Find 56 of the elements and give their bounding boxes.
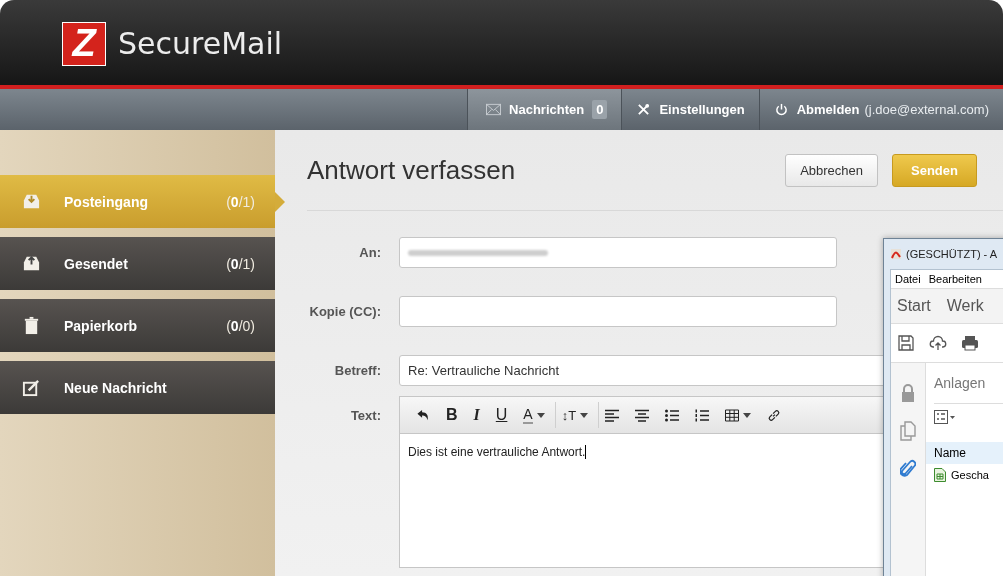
cloud-upload-icon[interactable] [929,334,947,352]
field-label: Betreff: [333,363,381,378]
item-count: (0/1) [226,193,255,210]
color-button[interactable]: A [517,402,551,428]
toolbar-tab[interactable]: Werk [946,297,984,315]
file-name[interactable]: Gescha [951,469,989,481]
tools-icon [636,103,652,116]
power-icon [773,103,789,116]
edit-icon [22,378,41,397]
nav-tab[interactable]: Nachrichten 0 [467,89,622,130]
trash-icon [22,316,41,335]
link-icon [767,408,782,422]
envelope-icon [486,103,502,116]
table-icon [725,408,740,422]
field-label: Text: [349,408,381,423]
item-count: (0/1) [226,255,255,272]
numbered-list-icon [695,408,710,422]
inbox-icon [22,192,41,211]
save-icon[interactable] [897,334,915,352]
user-email: (j.doe@external.com) [864,102,989,117]
view-options-icon[interactable] [934,410,956,424]
column-header[interactable]: Name [926,442,1003,464]
outbox-icon [22,254,41,273]
page-title: Antwort verfassen [307,154,517,186]
bold-button[interactable]: B [440,402,464,428]
paperclip-icon[interactable] [900,459,916,479]
count-badge: 0 [592,100,608,119]
spreadsheet-file-icon [934,468,946,482]
size-button[interactable]: ↕T [554,402,595,428]
panel-title: Anlagen [934,374,987,393]
input-field[interactable] [399,296,837,327]
window-title: (GESCHÜTZT) - A [906,248,998,260]
bullet-list-icon [665,408,680,422]
undo-icon [416,408,430,422]
item-count: (0/0) [226,317,255,334]
align-left-icon [605,408,620,422]
app-name: SecureMail [118,26,283,61]
italic-button[interactable]: I [467,402,486,428]
cancel-button[interactable]: Abbrechen [785,153,879,187]
field-label: An: [358,245,381,260]
message-editor[interactable]: Dies ist eine vertrauliche Antwort. [400,434,920,570]
logo-mark: Z [62,21,106,66]
message-text: Dies ist eine vertrauliche Antwort. [408,445,587,459]
toolbar-tab[interactable]: Start [897,297,931,315]
pdf-app-icon [890,248,902,260]
lock-icon[interactable] [900,383,916,403]
menu-item[interactable]: Datei [895,273,921,285]
print-icon[interactable] [961,334,979,352]
sidebar-item[interactable]: Neue Nachricht [0,361,275,414]
menu-item[interactable]: Bearbeiten [928,273,982,285]
field-label: Kopie (CC): [308,304,381,319]
input-field[interactable] [399,237,837,268]
align-center-icon [635,408,650,422]
sidebar-item[interactable]: Gesendet (0/1) [0,237,275,290]
underline-button[interactable]: U [489,402,514,428]
sidebar-item[interactable]: Papierkorb (0/0) [0,299,275,352]
